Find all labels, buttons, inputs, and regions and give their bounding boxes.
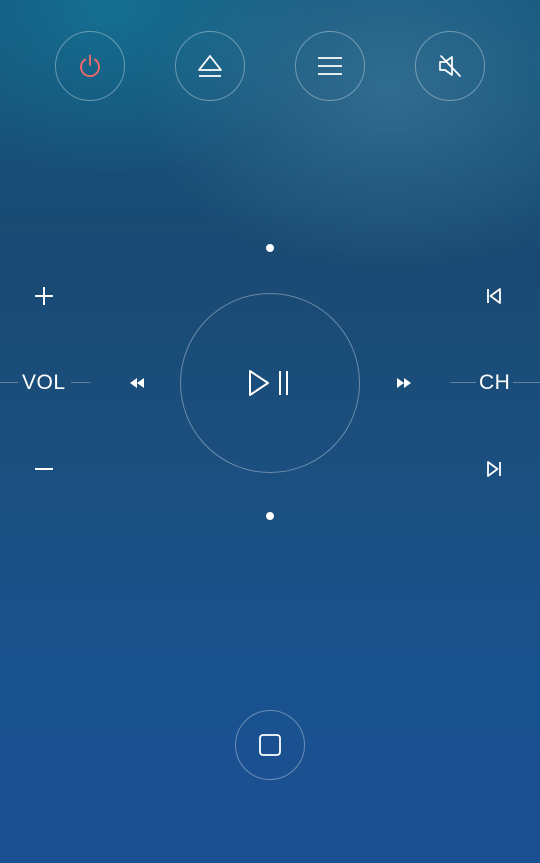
channel-up-button[interactable] [474, 276, 514, 316]
power-icon [80, 54, 100, 78]
rewind-button[interactable] [117, 363, 157, 403]
eject-icon [198, 55, 222, 77]
channel-down-button[interactable] [474, 449, 514, 489]
volume-label: VOL [22, 371, 66, 394]
mute-icon [439, 55, 461, 77]
minus-icon [35, 468, 53, 470]
fast-forward-icon [397, 378, 411, 388]
skip-next-icon [487, 461, 501, 477]
volume-right-divider [71, 382, 90, 383]
channel-left-divider [450, 382, 476, 383]
fast-forward-button[interactable] [384, 363, 424, 403]
play-pause-button[interactable] [180, 293, 360, 473]
eject-button[interactable] [175, 31, 245, 101]
stop-button[interactable] [235, 710, 305, 780]
power-button[interactable] [55, 31, 125, 101]
play-pause-icon [249, 370, 288, 396]
rewind-icon [130, 378, 144, 388]
volume-up-button[interactable] [24, 276, 64, 316]
dpad-down-button[interactable] [266, 512, 274, 520]
channel-right-divider [513, 382, 540, 383]
volume-down-button[interactable] [24, 449, 64, 489]
skip-previous-icon [487, 288, 501, 304]
channel-label: CH [479, 371, 511, 394]
dpad-up-button[interactable] [266, 244, 274, 252]
mute-button[interactable] [415, 31, 485, 101]
menu-button[interactable] [295, 31, 365, 101]
menu-icon [318, 57, 342, 75]
volume-left-divider [0, 382, 18, 383]
stop-icon [259, 734, 281, 756]
plus-icon [35, 287, 53, 305]
